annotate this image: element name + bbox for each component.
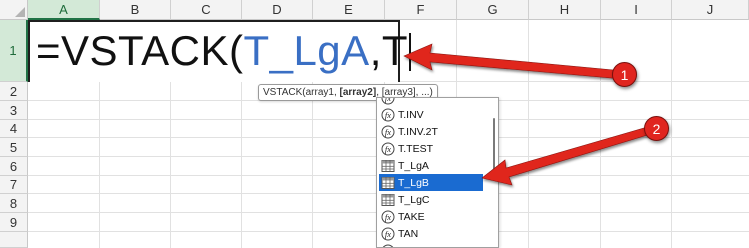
table-icon [381, 176, 395, 190]
row-header-6[interactable]: 6 [0, 157, 28, 176]
function-icon: fx [381, 97, 395, 105]
column-header-g[interactable]: G [457, 0, 529, 20]
autocomplete-item-label: T.TEST [398, 142, 434, 155]
autocomplete-item[interactable]: fx TAKE [379, 208, 483, 225]
cell-formula-text[interactable]: =VSTACK(T_LgA,T [36, 24, 412, 78]
tooltip-current-argument: [array2] [339, 87, 377, 98]
svg-text:fx: fx [385, 229, 391, 239]
row-header-5[interactable]: 5 [0, 138, 28, 157]
svg-text:fx: fx [385, 97, 391, 103]
autocomplete-item-label: TAN [398, 227, 419, 240]
autocomplete-item-label: T.INV [398, 108, 424, 121]
annotation-arrow-1 [403, 43, 625, 80]
grid-line [600, 20, 601, 248]
column-header-e[interactable]: E [313, 0, 385, 20]
function-icon: fx [381, 244, 395, 247]
tooltip-function: VSTACK(array1, [263, 87, 340, 98]
text-caret [409, 33, 412, 71]
annotation-badge-1: 1 [612, 62, 637, 87]
select-all-triangle-icon [15, 7, 25, 17]
autocomplete-item[interactable]: fx [379, 97, 483, 106]
autocomplete-item[interactable]: fx TAN [379, 225, 483, 242]
column-header-f[interactable]: F [385, 0, 457, 20]
svg-text:fx: fx [385, 212, 391, 222]
row-header-10[interactable] [0, 232, 28, 248]
autocomplete-item[interactable]: fx T.TEST [379, 140, 483, 157]
column-header-b[interactable]: B [100, 0, 171, 20]
function-icon: fx [381, 108, 395, 122]
grid-line [528, 20, 529, 248]
column-header-h[interactable]: H [529, 0, 601, 20]
row-header-7[interactable]: 7 [0, 176, 28, 194]
autocomplete-item[interactable]: T_LgA [379, 157, 483, 174]
formula-suffix: ,T [369, 27, 409, 74]
autocomplete-item[interactable]: T_LgB [379, 174, 483, 191]
autocomplete-item-label: T_LgB [398, 176, 429, 189]
table-icon [381, 193, 395, 207]
annotation-badge-2: 2 [644, 116, 669, 141]
autocomplete-list: fx fx T.INV fx T.INV.2T fx T.TEST T_LgA T_LgB T_L… [379, 97, 483, 248]
row-header-4[interactable]: 4 [0, 120, 28, 138]
function-icon: fx [381, 125, 395, 139]
grid-line [671, 20, 672, 248]
autocomplete-item[interactable]: fx T.INV.2T [379, 123, 483, 140]
table-icon [381, 159, 395, 173]
column-header-c[interactable]: C [171, 0, 242, 20]
column-header-i[interactable]: I [601, 0, 672, 20]
svg-text:fx: fx [385, 144, 391, 154]
autocomplete-item-label: TAKE [398, 210, 425, 223]
formula-reference: T_LgA [243, 27, 370, 74]
svg-text:fx: fx [385, 127, 391, 137]
autocomplete-item[interactable]: T_LgC [379, 191, 483, 208]
column-header-a[interactable]: A [28, 0, 100, 20]
autocomplete-item-label: T_LgA [398, 159, 429, 172]
autocomplete-item[interactable]: fxTANH [379, 242, 483, 248]
row-header-1[interactable]: 1 [0, 20, 28, 82]
autocomplete-item-label: TANH [398, 245, 426, 248]
row-header-2[interactable]: 2 [0, 82, 28, 101]
function-icon: fx [381, 210, 395, 224]
column-header-d[interactable]: D [242, 0, 313, 20]
autocomplete-item-label: T_LgC [398, 193, 430, 206]
formula-prefix: =VSTACK( [36, 27, 244, 74]
function-icon: fx [381, 227, 395, 241]
row-header-3[interactable]: 3 [0, 101, 28, 120]
autocomplete-dropdown[interactable]: fx fx T.INV fx T.INV.2T fx T.TEST T_LgA T_LgB T_L… [376, 97, 499, 248]
column-header-j[interactable]: J [672, 0, 749, 20]
spreadsheet-grid: A B C D E F G H I J 1 2 3 4 5 6 7 8 9 =V… [0, 0, 749, 248]
autocomplete-item[interactable]: fx T.INV [379, 106, 483, 123]
row-header-9[interactable]: 9 [0, 213, 28, 232]
autocomplete-item-label: T.INV.2T [398, 125, 438, 138]
row-header-8[interactable]: 8 [0, 194, 28, 213]
dropdown-scrollbar[interactable] [493, 118, 495, 176]
select-all-corner[interactable] [0, 0, 28, 20]
svg-text:fx: fx [385, 110, 391, 120]
function-icon: fx [381, 142, 395, 156]
